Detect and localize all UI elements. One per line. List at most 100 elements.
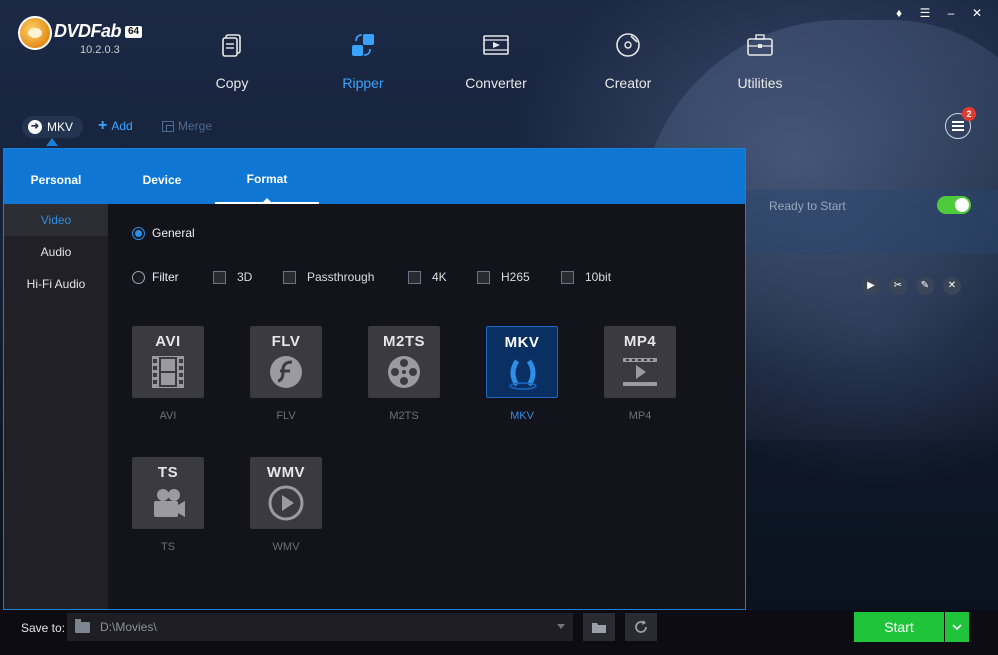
merge-button[interactable]: Merge <box>162 119 212 133</box>
profile-panel: Personal Device Format Video Audio Hi-Fi… <box>3 148 746 610</box>
copy-icon <box>222 34 241 57</box>
category-video[interactable]: Video <box>4 204 108 236</box>
filter-passthrough-checkbox[interactable]: Passthrough <box>283 270 374 284</box>
menu-icon[interactable]: ☰ <box>918 6 932 20</box>
film-strip-icon <box>152 356 184 388</box>
browse-folder-button[interactable] <box>583 613 615 641</box>
module-label: Utilities <box>737 75 783 91</box>
format-code: WMV <box>266 464 306 481</box>
play-icon[interactable]: ▶ <box>862 277 880 295</box>
refresh-icon <box>635 620 647 633</box>
save-path-field[interactable]: D:\Movies\ <box>67 613 573 641</box>
add-label: Add <box>111 119 133 133</box>
checkbox-box <box>408 270 421 284</box>
format-label: MP4 <box>628 410 652 422</box>
format-tile-box: TS <box>132 457 204 529</box>
filter-option-label: Passthrough <box>307 270 375 284</box>
utilities-icon <box>747 34 773 56</box>
task-status: Ready to Start <box>769 199 846 213</box>
module-converter[interactable]: Converter <box>451 30 541 91</box>
category-sidebar: Video Audio Hi-Fi Audio <box>4 204 108 609</box>
radio-indicator <box>132 226 145 240</box>
start-button[interactable]: Start <box>854 612 944 642</box>
window-controls: ♦ ☰ – ✕ <box>892 6 984 20</box>
checkbox-box <box>477 270 490 284</box>
format-tile-m2ts[interactable]: M2TS M2TS <box>368 326 442 422</box>
edit-icon[interactable]: ✎ <box>916 277 934 295</box>
dvdfab-mascot-icon <box>18 16 52 50</box>
add-button[interactable]: + Add <box>98 118 133 134</box>
module-creator[interactable]: Creator <box>583 30 673 91</box>
format-tile-flv[interactable]: FLV FLV <box>250 326 324 422</box>
category-audio[interactable]: Audio <box>4 236 108 268</box>
folder-icon <box>75 618 90 633</box>
panel-tabs: Personal Device Format <box>4 149 745 204</box>
general-radio[interactable]: General <box>132 226 195 240</box>
module-label: Creator <box>604 75 652 91</box>
bits-badge: 64 <box>125 26 143 38</box>
save-path-value: D:\Movies\ <box>100 620 157 634</box>
app-version: 10.2.0.3 <box>80 44 120 56</box>
filter-10bit-checkbox[interactable]: 10bit <box>561 270 611 284</box>
filter-option-label: H265 <box>501 270 530 284</box>
format-code: AVI <box>155 333 181 350</box>
format-code: FLV <box>271 333 301 350</box>
tab-device[interactable]: Device <box>110 149 214 204</box>
merge-icon <box>162 120 174 132</box>
format-tile-wmv[interactable]: WMV WMV <box>250 457 324 553</box>
profile-label: MKV <box>47 120 74 134</box>
start-options-dropdown[interactable] <box>945 612 969 642</box>
task-enable-toggle[interactable] <box>937 196 971 214</box>
format-tile-avi[interactable]: AVI AVI <box>132 326 206 422</box>
format-content: General Filter 3D Passthrough 4K H265 10… <box>108 204 745 609</box>
checkbox-box <box>561 270 574 284</box>
tab-format[interactable]: Format <box>215 149 319 204</box>
task-queue-button[interactable]: 2 <box>945 107 976 139</box>
chevron-down-icon[interactable] <box>557 624 565 629</box>
popup-caret <box>46 138 58 146</box>
format-label: M2TS <box>389 410 419 422</box>
flash-icon <box>270 356 302 388</box>
format-tile-box: M2TS <box>368 326 440 398</box>
format-tile-box: FLV <box>250 326 322 398</box>
mkv-logo-icon <box>509 359 537 390</box>
camera-icon <box>154 489 185 517</box>
folder-open-icon <box>592 622 606 633</box>
filter-h265-checkbox[interactable]: H265 <box>477 270 530 284</box>
module-label: Ripper <box>342 75 384 91</box>
refresh-button[interactable] <box>625 613 657 641</box>
filter-option-label: 3D <box>237 270 253 284</box>
trim-icon[interactable]: ✂ <box>889 277 907 295</box>
video-play-icon <box>623 358 657 386</box>
ripper-icon <box>352 34 374 56</box>
close-icon[interactable]: ✕ <box>970 6 984 20</box>
pin-icon[interactable]: ♦ <box>892 6 906 20</box>
tab-personal[interactable]: Personal <box>4 149 108 204</box>
remove-icon[interactable]: ✕ <box>943 277 961 295</box>
filter-option-label: 4K <box>432 270 447 284</box>
task-actions: ▶ ✂ ✎ ✕ <box>862 277 961 295</box>
module-copy[interactable]: Copy <box>187 30 277 91</box>
save-to-label: Save to: <box>21 621 66 635</box>
format-code: M2TS <box>382 333 425 350</box>
filter-options: 3D Passthrough 4K H265 10bit <box>108 270 745 286</box>
creator-icon <box>616 33 640 57</box>
format-tile-mkv[interactable]: MKV MKV <box>486 326 560 422</box>
module-utilities[interactable]: Utilities <box>715 30 805 91</box>
arrow-right-icon: ➜ <box>28 120 42 134</box>
filter-3d-checkbox[interactable]: 3D <box>213 270 252 284</box>
checkbox-box <box>213 270 226 284</box>
filter-4k-checkbox[interactable]: 4K <box>408 270 447 284</box>
converter-icon <box>483 35 509 55</box>
format-tile-box: MKV <box>486 326 558 398</box>
format-label: MKV <box>510 410 534 422</box>
app-name: DVDFab <box>54 21 122 41</box>
category-hifi-audio[interactable]: Hi-Fi Audio <box>4 268 108 300</box>
minimize-icon[interactable]: – <box>944 6 958 20</box>
format-tile-ts[interactable]: TS TS <box>132 457 206 553</box>
filter-option-label: 10bit <box>585 270 612 284</box>
profile-selector-button[interactable]: ➜ MKV <box>22 116 84 138</box>
format-tile-box: WMV <box>250 457 322 529</box>
module-ripper[interactable]: Ripper <box>318 30 408 91</box>
format-tile-mp4[interactable]: MP4 MP4 <box>604 326 678 422</box>
